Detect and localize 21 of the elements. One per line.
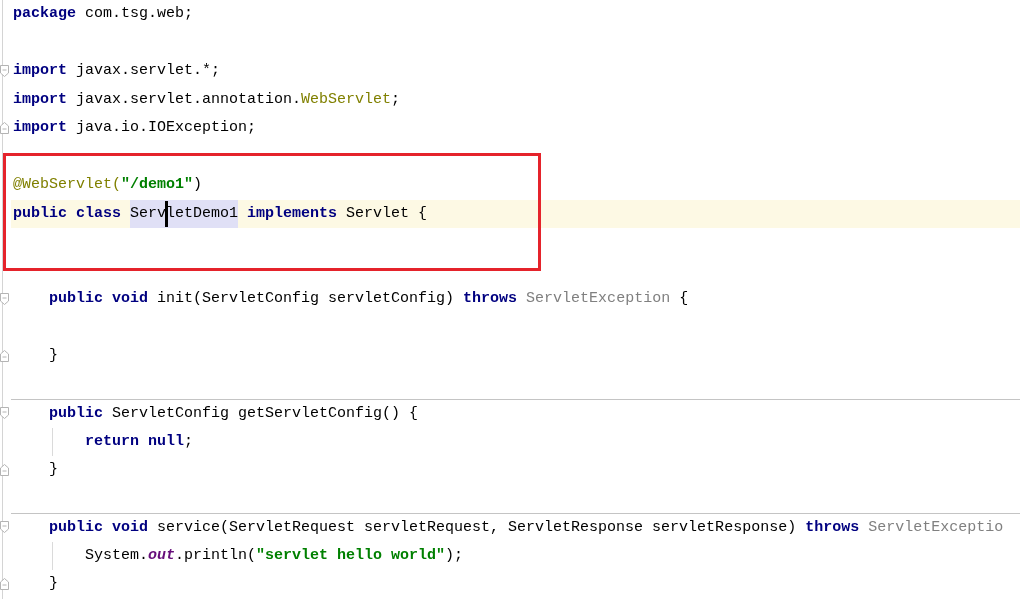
code-line: @WebServlet("/demo1"): [13, 175, 203, 195]
code-line: }: [49, 346, 58, 366]
fold-marker-icon[interactable]: [0, 350, 9, 363]
code-line: }: [49, 574, 58, 594]
code-line: System.out.println("servlet hello world");: [85, 545, 464, 566]
fold-marker-icon[interactable]: [0, 521, 9, 534]
fold-marker-icon[interactable]: [0, 293, 9, 306]
fold-marker-icon[interactable]: [0, 407, 9, 420]
code-line: public void init(ServletConfig servletConfig) throws ServletException {: [49, 289, 689, 309]
fold-marker-icon[interactable]: [0, 464, 9, 477]
code-line: }: [49, 460, 58, 480]
code-line: return null;: [85, 431, 194, 452]
fold-marker-icon[interactable]: [0, 122, 9, 135]
fold-marker-icon[interactable]: [0, 65, 9, 78]
code-line: package com.tsg.web;: [13, 4, 194, 24]
code-line: public ServletConfig getServletConfig() {: [49, 404, 419, 424]
code-line: public void service(ServletRequest servletRequest, ServletResponse servletResponse) throws ServletExceptio: [49, 518, 1004, 538]
code-line: import javax.servlet.*;: [13, 61, 221, 81]
fold-marker-icon[interactable]: [0, 578, 9, 591]
code-line: import java.io.IOException;: [13, 118, 257, 138]
code-line: import javax.servlet.annotation.WebServlet;: [13, 89, 401, 110]
